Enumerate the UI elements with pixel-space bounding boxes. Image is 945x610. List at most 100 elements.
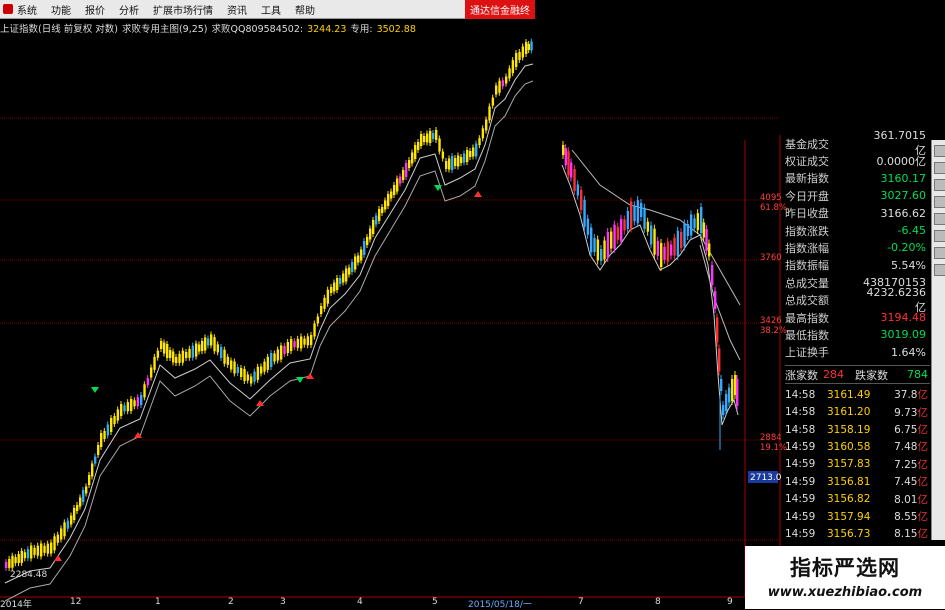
scroll-button[interactable] [934,247,945,259]
candle-body [300,336,303,349]
indicator-value-2: 3502.88 [376,24,416,35]
tick-time: 14:58 [785,406,816,419]
candle-body [266,356,270,370]
tick-time: 14:59 [785,475,816,488]
tick-row: 14:58 3158.19 6.75亿 [785,421,930,438]
candle-body [70,515,73,525]
menu-item-function[interactable]: 功能 [51,2,71,17]
tick-volume: 7.45亿 [894,476,928,489]
quote-value: 3019.09 [880,328,927,342]
candle-body [372,220,375,234]
scroll-button[interactable] [934,213,945,225]
candle-body [567,151,570,176]
scroll-button[interactable] [934,196,945,208]
menu-item-analysis[interactable]: 分析 [119,2,139,17]
candle-body [363,241,366,255]
candle-body [725,394,728,411]
candle-body [306,336,310,346]
tick-price: 3158.19 [827,423,871,436]
menu-item-help[interactable]: 帮助 [295,2,315,17]
candle-body [381,207,384,213]
candle-body [113,416,116,424]
candle-body [414,145,417,159]
candle-body [460,157,463,163]
candle-body [286,342,290,353]
candle-body [181,350,185,363]
candle-body [357,255,360,263]
candle-body [711,265,714,285]
candle-body [14,557,17,564]
candle-body [354,256,357,270]
candle-body [616,226,620,240]
menu-item-system[interactable]: 系统 [17,2,37,17]
candle-body [123,405,126,412]
candle-body [53,536,56,551]
candle-body [511,60,515,74]
candle-body [339,278,342,284]
quote-row: 最新指数 3160.17 [785,170,930,187]
quote-value: 5.54% [891,258,926,272]
x-tick-label: 12 [70,597,82,607]
quote-panel: 基金成交 361.7015亿 权证成交 0.0000亿 最新指数 3160.17 今日开盘 3… [785,129,930,558]
x-tick-label: 3 [280,597,286,607]
y-axis-value: 4095 [760,193,782,203]
candle-body [169,350,172,358]
breadth-row: 涨家数 284 跌家数 784 [785,365,930,385]
tick-time: 14:59 [785,527,816,540]
candle-body [136,397,140,407]
quote-value: 3194.48 [880,311,927,324]
candle-body [342,273,345,283]
menu-item-tools[interactable]: 工具 [261,2,281,17]
side-scrollbar[interactable] [931,140,945,540]
y-axis-percent: 38.2% [760,326,787,336]
candle-body [429,131,432,143]
candle-body [204,337,207,351]
tick-volume: 9.73亿 [894,406,928,419]
tick-price: 3161.20 [827,406,871,419]
candle-body [466,150,469,162]
tick-volume: 7.48亿 [894,441,928,454]
scroll-button[interactable] [934,179,945,191]
candle-body [172,351,175,363]
scroll-button[interactable] [934,145,945,157]
candle-body [243,369,246,381]
indicator-qq: 求败QQ809584502: [211,24,304,35]
scroll-button[interactable] [934,230,945,242]
promo-button[interactable]: 通达信金融终 [465,0,535,19]
candle-body [178,353,181,363]
app-logo-icon [3,4,13,14]
candle-body [527,44,531,50]
candle-body [216,344,220,353]
candle-body [36,545,40,556]
candle-body [451,156,454,170]
x-tick-label: 4 [357,597,363,607]
candle-body [438,138,441,152]
fall-count: 784 [907,368,928,382]
candle-body [320,306,323,314]
candle-body [525,42,528,54]
candle-body [198,344,201,352]
menu-item-quote[interactable]: 报价 [85,2,105,17]
candle-body [610,231,613,249]
candle-body [369,228,372,240]
candle-body [411,152,414,164]
menu-item-news[interactable]: 资讯 [227,2,247,17]
candle-body [663,246,666,260]
quote-value: 3166.62 [880,206,927,220]
candle-body [518,52,521,60]
scroll-button[interactable] [934,162,945,174]
quote-label: 上证换手 [785,346,829,360]
indicator-value-1: 3244.23 [307,24,347,35]
candle-body [714,291,717,309]
candle-body [613,224,616,249]
quote-value: 0.0000亿 [876,154,927,168]
candle-body [263,361,266,372]
tick-price: 3156.73 [827,527,871,540]
candle-body [100,433,103,447]
menu-item-ext-market[interactable]: 扩展市场行情 [153,2,213,17]
candle-body [653,228,656,255]
ma-long-line-right [571,149,741,306]
scroll-button[interactable] [934,264,945,276]
tick-price: 3156.81 [827,475,871,488]
candle-body [640,203,643,217]
